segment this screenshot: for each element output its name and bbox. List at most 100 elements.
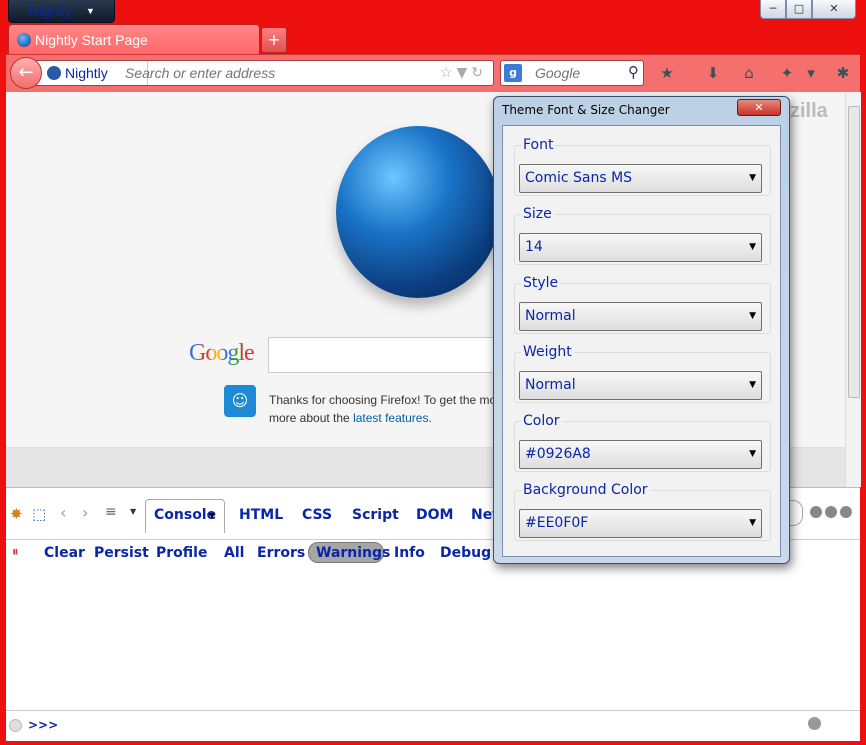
command-options-icon[interactable] xyxy=(9,719,22,732)
console-dropdown-icon[interactable]: ▼ xyxy=(209,511,215,529)
font-select[interactable]: Comic Sans MS ▼ xyxy=(519,164,762,193)
firebug-dropdown-icon[interactable]: ▾ xyxy=(800,62,822,84)
back-button[interactable]: ← xyxy=(10,57,42,89)
app-menu-label: Nightly xyxy=(29,3,72,19)
search-bar[interactable]: g ⚲ xyxy=(500,60,644,86)
tab-script[interactable]: Script xyxy=(352,507,399,525)
snippet-end: . xyxy=(428,411,432,425)
background-color-select[interactable]: #EE0F0F ▼ xyxy=(519,509,762,538)
vertical-scrollbar[interactable] xyxy=(845,92,861,487)
size-select[interactable]: 14 ▼ xyxy=(519,233,762,262)
style-group: Style Normal ▼ xyxy=(514,275,771,334)
close-firebug-icon[interactable] xyxy=(840,506,852,518)
scrollbar-thumb[interactable] xyxy=(848,106,860,398)
background-color-value: #EE0F0F xyxy=(525,515,589,531)
filter-info[interactable]: Info xyxy=(394,544,425,562)
new-tab-button[interactable]: + xyxy=(261,27,287,53)
dialog-body: Font Comic Sans MS ▼ Size 14 ▼ Style Norma… xyxy=(502,125,781,557)
size-value: 14 xyxy=(525,239,543,255)
url-input[interactable] xyxy=(125,61,425,85)
google-engine-icon[interactable]: g xyxy=(504,64,522,82)
style-select[interactable]: Normal ▼ xyxy=(519,302,762,331)
bookmark-star-icon[interactable]: ☆ xyxy=(440,65,457,81)
tab-label: Nightly Start Page xyxy=(35,32,148,48)
font-label: Font xyxy=(521,137,556,153)
minimize-firebug-icon[interactable] xyxy=(810,506,822,518)
minimize-button[interactable]: ─ xyxy=(760,0,786,19)
tab-css[interactable]: CSS xyxy=(302,507,332,525)
size-group: Size 14 ▼ xyxy=(514,206,771,265)
weight-group: Weight Normal ▼ xyxy=(514,344,771,403)
magnifier-icon[interactable]: ⚲ xyxy=(628,63,639,81)
firebug-search-field[interactable] xyxy=(788,500,803,526)
color-group: Color #0926A8 ▼ xyxy=(514,413,771,472)
command-prompt: >>> xyxy=(28,718,59,732)
addon-icon[interactable]: ✱ xyxy=(832,62,854,84)
theme-font-size-dialog: Theme Font & Size Changer ✕ Font Comic S… xyxy=(493,96,790,564)
color-label: Color xyxy=(521,413,562,429)
url-bar-icons: ☆▼↻ xyxy=(440,61,487,85)
chevron-down-icon: ▼ xyxy=(749,449,756,459)
persist-button[interactable]: Persist xyxy=(94,544,149,562)
font-group: Font Comic Sans MS ▼ xyxy=(514,137,771,196)
chevron-down-icon: ▼ xyxy=(749,380,756,390)
dialog-close-button[interactable]: ✕ xyxy=(737,99,781,116)
firebug-bug-icon[interactable]: ✸ xyxy=(10,505,23,523)
forward-nav-icon[interactable]: › xyxy=(82,503,88,522)
google-logo-text: Google xyxy=(189,340,255,366)
tab-start-page[interactable]: Nightly Start Page xyxy=(8,24,260,55)
profile-button[interactable]: Profile xyxy=(156,544,207,562)
weight-select[interactable]: Normal ▼ xyxy=(519,371,762,400)
latest-features-link[interactable]: latest features xyxy=(353,411,428,425)
detach-firebug-icon[interactable] xyxy=(825,506,837,518)
bookmarks-menu-icon[interactable]: ★ xyxy=(656,62,678,84)
search-input[interactable] xyxy=(535,61,615,85)
back-nav-icon[interactable]: ‹ xyxy=(60,503,66,522)
background-color-group: Background Color #EE0F0F ▼ xyxy=(514,482,771,541)
break-on-error-icon[interactable]: ⏸ xyxy=(12,545,19,560)
tab-html[interactable]: HTML xyxy=(239,507,283,525)
dropdown-icon[interactable]: ▼ xyxy=(456,65,471,81)
console-panel xyxy=(6,570,860,710)
color-select[interactable]: #0926A8 ▼ xyxy=(519,440,762,469)
size-label: Size xyxy=(521,206,554,222)
weight-value: Normal xyxy=(525,377,576,393)
downloads-icon[interactable]: ⬇ xyxy=(702,62,724,84)
snippet-line2: more about the xyxy=(269,411,354,425)
snippet-mascot-icon: ☺ xyxy=(224,385,256,417)
mozilla-logo[interactable]: zilla xyxy=(790,100,828,123)
maximize-button[interactable]: □ xyxy=(786,0,812,19)
google-search-input[interactable] xyxy=(268,337,530,373)
home-icon[interactable]: ⌂ xyxy=(738,62,760,84)
panel-menu-icon[interactable]: ≡ xyxy=(105,504,117,520)
window-caption-buttons: ─ □ ✕ xyxy=(760,0,860,20)
filter-warnings[interactable]: Warnings xyxy=(316,544,390,562)
snippet-line1: Thanks for choosing Firefox! To get the … xyxy=(269,393,497,407)
command-line[interactable] xyxy=(6,710,860,741)
filter-errors[interactable]: Errors xyxy=(257,544,305,562)
firebug-icon[interactable]: ✦ xyxy=(776,62,798,84)
nightly-globe-logo xyxy=(336,126,500,298)
nightly-favicon-icon xyxy=(17,33,31,47)
google-logo: Google xyxy=(189,340,255,367)
inspect-icon[interactable]: ⬚ xyxy=(32,505,46,523)
clear-button[interactable]: Clear xyxy=(44,544,85,562)
site-identity-label: Nightly xyxy=(65,65,108,81)
expand-command-icon[interactable] xyxy=(808,717,821,730)
globe-icon xyxy=(47,66,61,80)
url-bar[interactable]: Nightly ☆▼↻ xyxy=(36,60,494,86)
tab-console-label: Console xyxy=(154,507,217,523)
chevron-down-icon: ▼ xyxy=(749,518,756,528)
chevron-down-icon: ▼ xyxy=(749,173,756,183)
style-label: Style xyxy=(521,275,561,291)
tab-dom[interactable]: DOM xyxy=(416,507,453,525)
app-menu-button[interactable]: Nightly ▼ xyxy=(8,0,115,23)
reload-icon[interactable]: ↻ xyxy=(471,65,487,81)
panel-menu-dropdown-icon[interactable]: ▼ xyxy=(130,507,136,516)
weight-label: Weight xyxy=(521,344,574,360)
chevron-down-icon: ▼ xyxy=(749,242,756,252)
style-value: Normal xyxy=(525,308,576,324)
close-window-button[interactable]: ✕ xyxy=(812,0,856,19)
filter-all[interactable]: All xyxy=(224,544,244,562)
snippet-text: Thanks for choosing Firefox! To get the … xyxy=(269,391,509,427)
